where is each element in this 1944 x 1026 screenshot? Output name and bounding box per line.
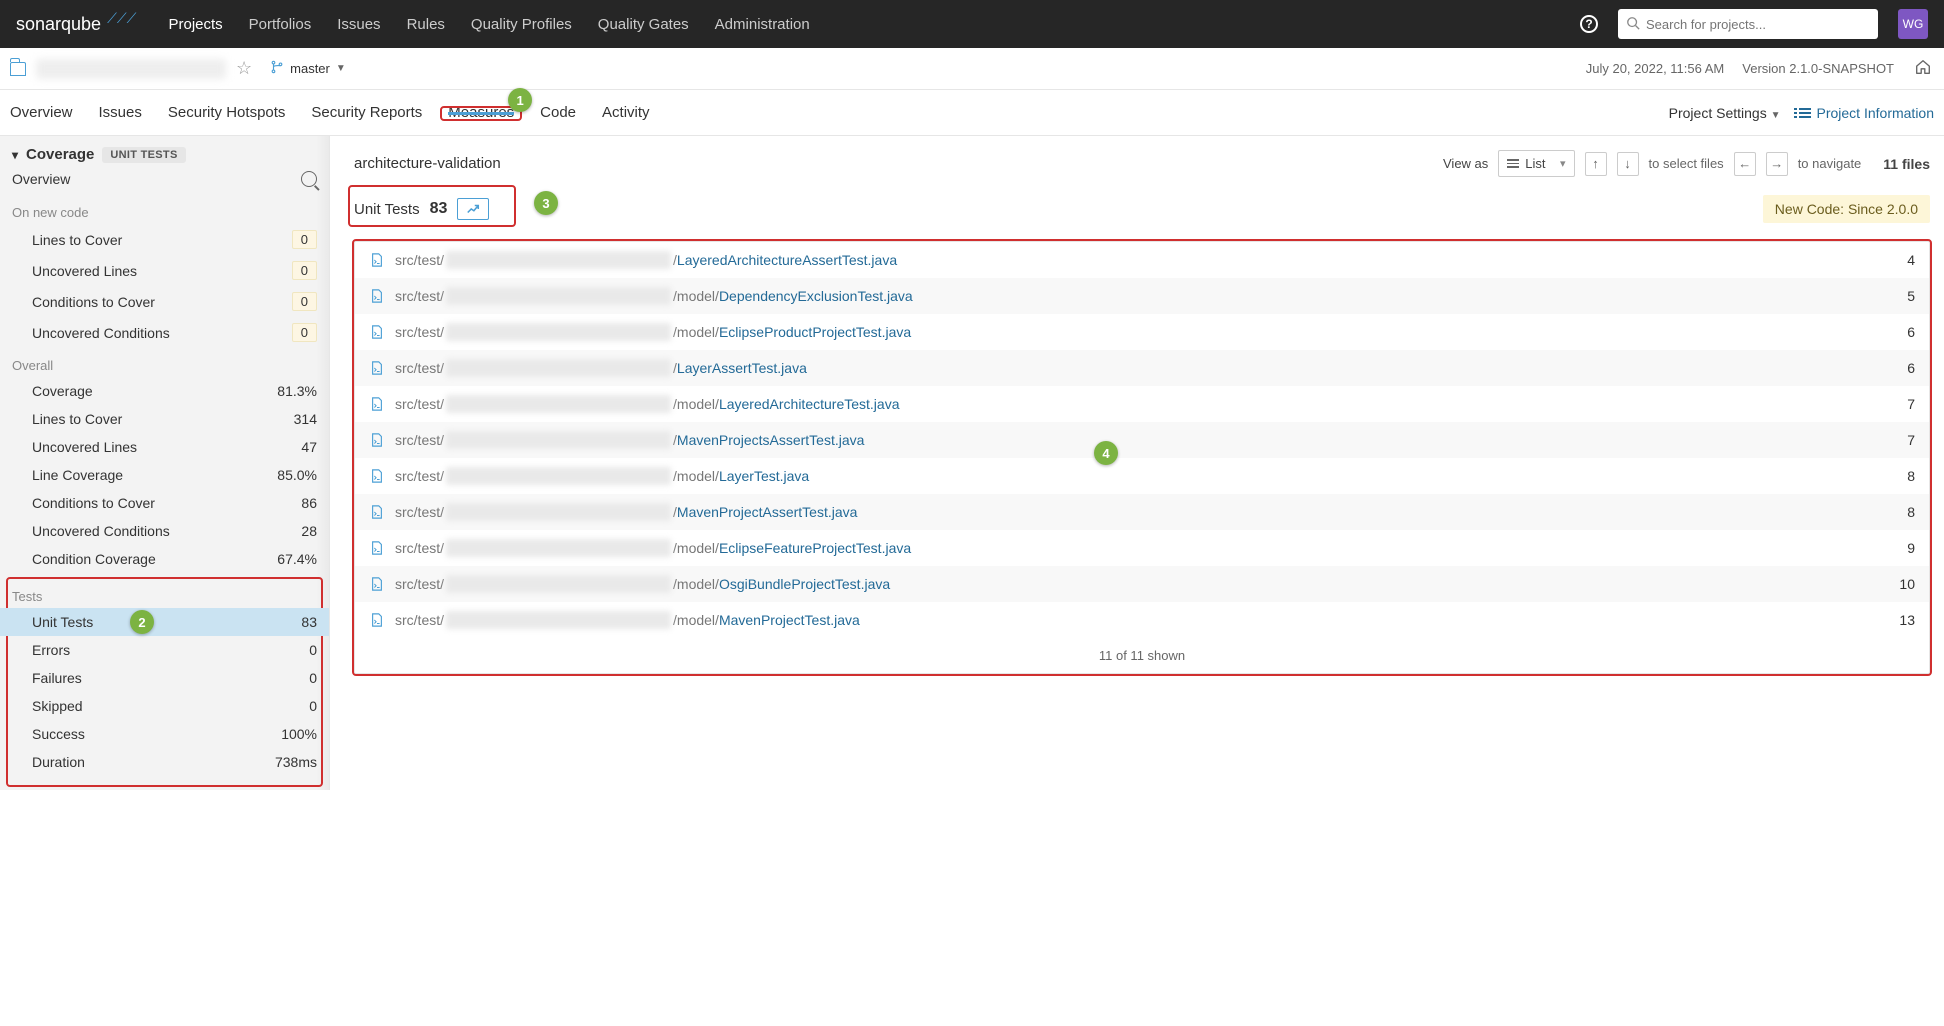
tab-security-hotspots[interactable]: Security Hotspots [168,92,286,133]
annotation-callout-2: 2 [130,610,154,634]
annotation-box [348,185,516,227]
path-redacted [446,287,671,305]
chevron-down-icon: ▼ [336,63,346,74]
project-header: ☆ master ▼ July 20, 2022, 11:56 AM Versi… [0,48,1944,90]
annotation-callout-4: 4 [1094,441,1118,465]
topnav-item-issues[interactable]: Issues [337,16,380,33]
arrow-right-key[interactable]: → [1766,152,1788,176]
path-redacted [446,467,671,485]
logo-wave-icon: ⟋⟋⟋ [107,10,136,27]
sidebar-domain-label: Coverage [26,146,94,163]
sidebar-metric-skipped[interactable]: Skipped0 [12,692,317,720]
sidebar-metric-errors[interactable]: Errors0 [12,636,317,664]
project-name-redacted [36,59,226,79]
breadcrumb[interactable]: architecture-validation [354,155,501,172]
select-files-hint: to select files [1649,156,1724,171]
topnav-item-quality-gates[interactable]: Quality Gates [598,16,689,33]
path-redacted [446,431,671,449]
new-code-badge: New Code: Since 2.0.0 [1763,195,1930,223]
sidebar-metric-success[interactable]: Success100% [12,720,317,748]
path-redacted [446,359,671,377]
measures-content: architecture-validation View as List ↑ ↓… [330,136,1944,790]
project-version: Version 2.1.0-SNAPSHOT [1742,61,1894,76]
path-redacted [446,575,671,593]
tab-code[interactable]: Code [540,92,576,133]
viewas-label: View as [1443,156,1488,171]
sidebar-metric-condition-coverage[interactable]: Condition Coverage67.4% [12,545,317,573]
topnav-item-portfolios[interactable]: Portfolios [249,16,312,33]
path-redacted [446,611,671,629]
topnav-item-administration[interactable]: Administration [715,16,810,33]
search-input[interactable] [1646,17,1870,32]
user-avatar[interactable]: WG [1898,9,1928,39]
sidebar-metric-line-coverage[interactable]: Line Coverage85.0% [12,461,317,489]
project-settings-dropdown[interactable]: Project Settings ▼ [1669,105,1781,121]
sidebar-metric-uncovered-conditions[interactable]: Uncovered Conditions28 [12,517,317,545]
search-icon [1626,16,1640,33]
chevron-down-icon: ▾ [12,148,18,162]
list-icon [1507,159,1519,168]
sidebar-metric-uncovered-lines[interactable]: Uncovered Lines0 [12,255,317,286]
analysis-timestamp: July 20, 2022, 11:56 AM [1586,61,1725,76]
list-icon [1799,108,1811,118]
branch-icon [270,60,284,77]
sidebar-metric-uncovered-lines[interactable]: Uncovered Lines47 [12,433,317,461]
on-new-code-label: On new code [12,195,317,224]
annotation-callout-3: 3 [534,191,558,215]
sidebar-metric-conditions-to-cover[interactable]: Conditions to Cover0 [12,286,317,317]
tab-security-reports[interactable]: Security Reports [311,92,422,133]
arrow-down-key[interactable]: ↓ [1617,152,1639,176]
project-icon [10,62,26,76]
path-redacted [446,503,671,521]
viewas-select[interactable]: List [1498,150,1574,177]
metric-badge: UNIT TESTS [102,147,185,163]
file-count: 11 files [1883,156,1930,172]
sidebar-metric-failures[interactable]: Failures0 [12,664,317,692]
home-icon[interactable] [1914,58,1932,79]
tab-overview[interactable]: Overview [10,92,73,133]
sidebar-metric-lines-to-cover[interactable]: Lines to Cover314 [12,405,317,433]
sidebar-overview-link[interactable]: Overview [12,171,70,187]
sidebar-metric-unit-tests[interactable]: Unit Tests832 [0,608,329,636]
path-redacted [446,539,671,557]
sidebar-metric-conditions-to-cover[interactable]: Conditions to Cover86 [12,489,317,517]
annotation-box [440,106,522,121]
path-redacted [446,323,671,341]
topnav-item-projects[interactable]: Projects [168,16,222,33]
logo-text: sonarqube [16,14,101,35]
arrow-up-key[interactable]: ↑ [1585,152,1607,176]
project-information-link[interactable]: Project Information [1799,105,1935,121]
view-controls: View as List ↑ ↓ to select files ← → to … [1443,150,1930,177]
topnav-item-quality-profiles[interactable]: Quality Profiles [471,16,572,33]
sidebar-metric-uncovered-conditions[interactable]: Uncovered Conditions0 [12,317,317,348]
sidebar-metric-coverage[interactable]: Coverage81.3% [12,377,317,405]
main-layout: ▾ Coverage UNIT TESTS Overview On new co… [0,136,1944,790]
favorite-star-icon[interactable]: ☆ [236,58,252,79]
path-redacted [446,395,671,413]
measures-sidebar: ▾ Coverage UNIT TESTS Overview On new co… [0,136,330,790]
topnav-item-rules[interactable]: Rules [407,16,445,33]
chevron-down-icon: ▼ [1771,110,1781,121]
help-icon[interactable]: ? [1580,15,1598,33]
search-icon[interactable] [301,171,317,187]
top-navigation: sonarqube ⟋⟋⟋ Projects Portfolios Issues Ru… [0,0,1944,48]
annotation-callout-1: 1 [508,88,532,112]
project-tabs: Overview Issues Security Hotspots Security … [0,90,1944,136]
logo[interactable]: sonarqube ⟋⟋⟋ [16,14,136,35]
path-redacted [446,251,671,269]
navigate-hint: to navigate [1798,156,1862,171]
sidebar-header[interactable]: ▾ Coverage UNIT TESTS [12,146,317,163]
branch-name: master [290,61,330,76]
overall-label: Overall [12,348,317,377]
sidebar-metric-duration[interactable]: Duration738ms [12,748,317,776]
global-search[interactable] [1618,9,1878,39]
tab-activity[interactable]: Activity [602,92,650,133]
tab-issues[interactable]: Issues [99,92,142,133]
sidebar-metric-lines-to-cover[interactable]: Lines to Cover0 [12,224,317,255]
arrow-left-key[interactable]: ← [1734,152,1756,176]
branch-selector[interactable]: master ▼ [270,60,346,77]
